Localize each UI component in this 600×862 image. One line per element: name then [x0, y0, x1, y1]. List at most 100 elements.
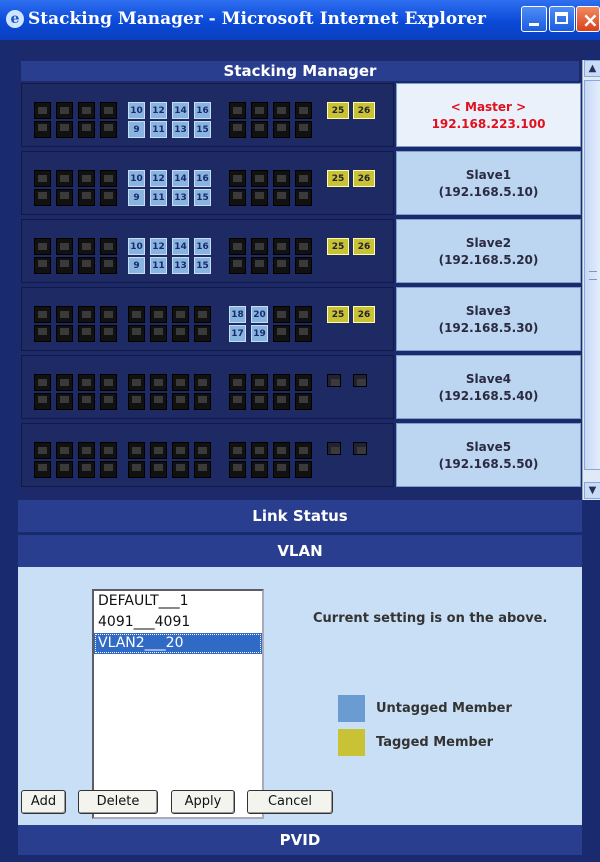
port-icon[interactable]: 16 — [194, 238, 211, 255]
uplink-port-icon[interactable] — [327, 374, 341, 387]
scroll-thumb[interactable] — [584, 80, 600, 470]
port-icon[interactable] — [78, 393, 95, 410]
port-icon[interactable] — [78, 325, 95, 342]
port-icon[interactable] — [273, 238, 290, 255]
port-icon[interactable] — [295, 325, 312, 342]
port-icon[interactable] — [273, 170, 290, 187]
unit-label[interactable]: Slave5 (192.168.5.50) — [396, 423, 581, 487]
port-icon[interactable] — [251, 238, 268, 255]
port-icon[interactable] — [194, 393, 211, 410]
port-icon[interactable] — [273, 102, 290, 119]
port-icon[interactable] — [273, 442, 290, 459]
port-icon[interactable]: 16 — [194, 170, 211, 187]
port-icon[interactable] — [295, 238, 312, 255]
port-icon[interactable]: 12 — [150, 102, 167, 119]
port-icon[interactable] — [251, 102, 268, 119]
port-icon[interactable] — [229, 442, 246, 459]
port-icon[interactable] — [100, 189, 117, 206]
unit-label[interactable]: Slave3 (192.168.5.30) — [396, 287, 581, 351]
uplink-port-icon[interactable] — [353, 442, 367, 455]
port-icon[interactable]: 15 — [194, 257, 211, 274]
port-icon[interactable] — [229, 102, 246, 119]
port-icon[interactable] — [194, 306, 211, 323]
scroll-up-icon[interactable]: ▲ — [584, 60, 600, 77]
port-icon[interactable]: 12 — [150, 238, 167, 255]
port-icon[interactable] — [295, 374, 312, 391]
port-icon[interactable] — [295, 257, 312, 274]
port-icon[interactable]: 10 — [128, 102, 145, 119]
vlan-bar[interactable]: VLAN — [18, 535, 582, 567]
port-icon[interactable] — [128, 374, 145, 391]
port-icon[interactable]: 18 — [229, 306, 246, 323]
close-button[interactable]: × — [576, 6, 600, 32]
port-icon[interactable] — [56, 257, 73, 274]
port-icon[interactable] — [56, 461, 73, 478]
port-icon[interactable] — [150, 442, 167, 459]
port-icon[interactable] — [251, 374, 268, 391]
port-icon[interactable] — [229, 393, 246, 410]
uplink-port-icon[interactable]: 25 — [327, 238, 349, 255]
port-icon[interactable] — [100, 325, 117, 342]
port-icon[interactable] — [100, 121, 117, 138]
port-icon[interactable] — [34, 170, 51, 187]
uplink-port-icon[interactable]: 26 — [353, 306, 375, 323]
port-icon[interactable] — [273, 121, 290, 138]
port-icon[interactable]: 10 — [128, 170, 145, 187]
port-icon[interactable]: 11 — [150, 257, 167, 274]
port-icon[interactable] — [229, 257, 246, 274]
port-icon[interactable] — [100, 393, 117, 410]
unit-label[interactable]: < Master > 192.168.223.100 — [396, 83, 581, 147]
port-icon[interactable]: 10 — [128, 238, 145, 255]
port-icon[interactable] — [295, 393, 312, 410]
port-icon[interactable]: 9 — [128, 257, 145, 274]
port-icon[interactable] — [34, 121, 51, 138]
port-icon[interactable] — [34, 257, 51, 274]
port-icon[interactable] — [273, 189, 290, 206]
port-icon[interactable] — [251, 461, 268, 478]
port-icon[interactable] — [251, 393, 268, 410]
port-icon[interactable] — [150, 393, 167, 410]
port-icon[interactable] — [251, 189, 268, 206]
port-icon[interactable]: 15 — [194, 189, 211, 206]
port-icon[interactable] — [78, 170, 95, 187]
port-icon[interactable] — [251, 121, 268, 138]
unit-label[interactable]: Slave2 (192.168.5.20) — [396, 219, 581, 283]
port-icon[interactable] — [78, 121, 95, 138]
vlan-listbox[interactable]: DEFAULT___1 4091___4091 VLAN2___20 — [92, 589, 264, 819]
port-icon[interactable] — [56, 238, 73, 255]
minimize-button[interactable] — [521, 6, 547, 32]
delete-button[interactable]: Delete — [78, 790, 158, 814]
uplink-port-icon[interactable]: 26 — [353, 170, 375, 187]
port-icon[interactable] — [56, 189, 73, 206]
add-button[interactable]: Add — [21, 790, 66, 814]
port-icon[interactable] — [295, 442, 312, 459]
port-icon[interactable]: 9 — [128, 121, 145, 138]
port-icon[interactable] — [150, 461, 167, 478]
port-icon[interactable] — [273, 393, 290, 410]
cancel-button[interactable]: Cancel — [247, 790, 333, 814]
port-icon[interactable]: 14 — [172, 238, 189, 255]
port-icon[interactable]: 11 — [150, 189, 167, 206]
port-icon[interactable] — [34, 393, 51, 410]
port-icon[interactable]: 13 — [172, 189, 189, 206]
port-icon[interactable] — [100, 238, 117, 255]
port-icon[interactable] — [150, 306, 167, 323]
port-icon[interactable] — [56, 374, 73, 391]
port-icon[interactable] — [128, 393, 145, 410]
port-icon[interactable]: 15 — [194, 121, 211, 138]
port-icon[interactable] — [100, 170, 117, 187]
port-icon[interactable]: 13 — [172, 121, 189, 138]
port-icon[interactable] — [34, 238, 51, 255]
uplink-port-icon[interactable]: 26 — [353, 102, 375, 119]
port-icon[interactable]: 19 — [251, 325, 268, 342]
vlan-option[interactable]: 4091___4091 — [94, 612, 262, 633]
port-icon[interactable] — [34, 461, 51, 478]
port-icon[interactable] — [128, 461, 145, 478]
port-icon[interactable] — [273, 306, 290, 323]
apply-button[interactable]: Apply — [171, 790, 235, 814]
port-icon[interactable] — [78, 461, 95, 478]
port-icon[interactable] — [295, 121, 312, 138]
port-icon[interactable]: 14 — [172, 102, 189, 119]
port-icon[interactable] — [78, 257, 95, 274]
link-status-bar[interactable]: Link Status — [18, 500, 582, 532]
